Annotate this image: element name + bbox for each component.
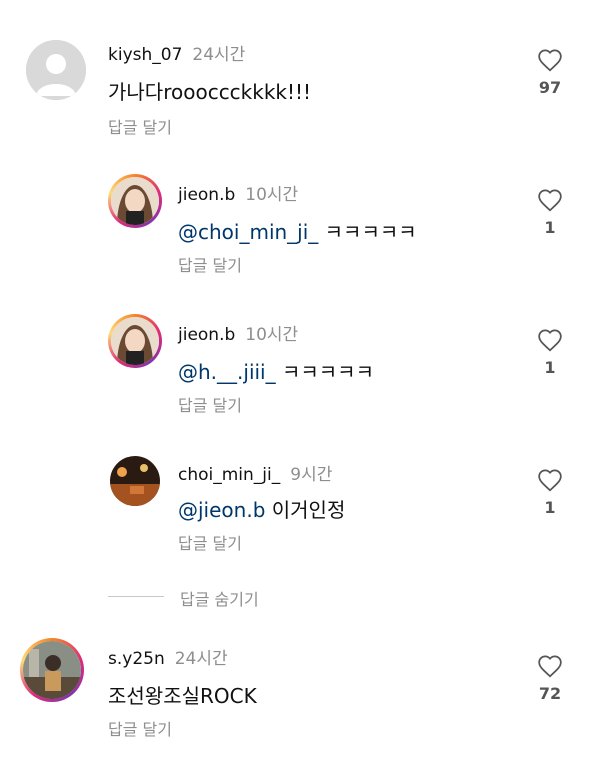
comment-meta: s.y25n 24시간 (108, 644, 228, 669)
like-count: 1 (544, 358, 556, 377)
like-count: 1 (544, 498, 556, 517)
comment-body: ㅋㅋㅋㅋㅋ (275, 360, 374, 384)
username[interactable]: s.y25n (108, 649, 165, 669)
like-count: 97 (538, 78, 562, 97)
comment-meta: kiysh_07 24시간 (108, 40, 245, 65)
avatar[interactable] (108, 314, 162, 368)
profile-photo-icon (111, 317, 159, 365)
like-control: 1 (530, 468, 570, 517)
comment-body: 가나다roooccckkkk!!! (108, 80, 312, 104)
profile-photo-icon (111, 177, 159, 225)
like-control: 97 (530, 48, 570, 97)
timestamp: 24시간 (174, 649, 228, 669)
comment-item: kiysh_07 24시간 가나다roooccckkkk!!! 답글 달기 97 (0, 0, 600, 150)
comment-text: 가나다roooccckkkk!!! (108, 76, 311, 105)
reply-button[interactable]: 답글 달기 (178, 530, 242, 554)
heart-outline-icon[interactable] (537, 48, 563, 72)
heart-outline-icon[interactable] (537, 188, 563, 212)
hide-replies-button[interactable]: 답글 숨기기 (180, 586, 259, 610)
comment-body: ㅋㅋㅋㅋㅋ (318, 220, 417, 244)
profile-photo-icon (23, 641, 81, 699)
mention-link[interactable]: @jieon.b (178, 498, 265, 522)
reply-button[interactable]: 답글 달기 (108, 716, 172, 740)
mention-link[interactable]: @h.__.jiii_ (178, 360, 276, 384)
username[interactable]: kiysh_07 (108, 45, 182, 65)
avatar[interactable] (26, 40, 86, 100)
reply-button[interactable]: 답글 달기 (178, 392, 242, 416)
comment-text: @h.__.jiii_ ㅋㅋㅋㅋㅋ (178, 356, 374, 385)
timestamp: 10시간 (245, 185, 299, 205)
reply-item: choi_min_ji_ 9시간 @jieon.b 이거인정 답글 달기 1 (0, 450, 600, 580)
reply-item: jieon.b 10시간 @h.__.jiii_ ㅋㅋㅋㅋㅋ 답글 달기 1 (0, 310, 600, 440)
comment-meta: jieon.b 10시간 (178, 180, 298, 205)
timestamp: 9시간 (290, 465, 333, 485)
timestamp: 24시간 (192, 45, 246, 65)
heart-outline-icon[interactable] (537, 654, 563, 678)
reply-item: jieon.b 10시간 @choi_min_ji_ ㅋㅋㅋㅋㅋ 답글 달기 1 (0, 170, 600, 300)
comment-item: s.y25n 24시간 조선왕조실ROCK 답글 달기 72 (0, 632, 600, 752)
like-control: 72 (530, 654, 570, 703)
username[interactable]: choi_min_ji_ (178, 465, 280, 485)
like-count: 72 (538, 684, 562, 703)
profile-photo-icon (110, 456, 160, 506)
like-control: 1 (530, 188, 570, 237)
default-user-icon (26, 40, 86, 100)
avatar[interactable] (20, 638, 84, 702)
like-count: 1 (544, 218, 556, 237)
heart-outline-icon[interactable] (537, 328, 563, 352)
mention-link[interactable]: @choi_min_ji_ (178, 220, 318, 244)
reply-button[interactable]: 답글 달기 (108, 114, 172, 138)
username[interactable]: jieon.b (178, 185, 235, 205)
username[interactable]: jieon.b (178, 325, 235, 345)
avatar[interactable] (108, 174, 162, 228)
comment-body: 이거인정 (265, 498, 346, 522)
comment-text: @choi_min_ji_ ㅋㅋㅋㅋㅋ (178, 216, 417, 245)
heart-outline-icon[interactable] (537, 468, 563, 492)
comment-body: 조선왕조실ROCK (108, 684, 257, 708)
comment-meta: choi_min_ji_ 9시간 (178, 460, 332, 485)
comment-text: @jieon.b 이거인정 (178, 494, 345, 523)
avatar[interactable] (110, 456, 160, 506)
comment-text: 조선왕조실ROCK (108, 680, 257, 709)
like-control: 1 (530, 328, 570, 377)
divider (108, 596, 164, 597)
comment-meta: jieon.b 10시간 (178, 320, 298, 345)
timestamp: 10시간 (245, 325, 299, 345)
reply-button[interactable]: 답글 달기 (178, 252, 242, 276)
